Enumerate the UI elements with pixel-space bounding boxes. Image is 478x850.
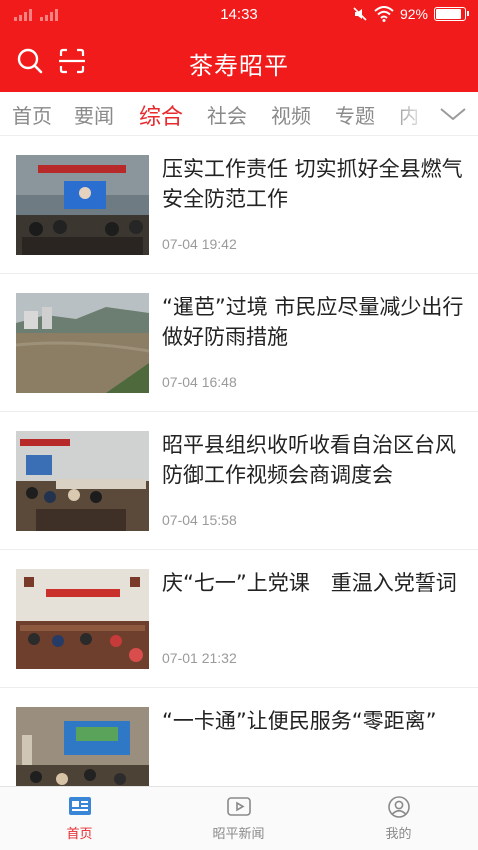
nav-label: 昭平新闻	[212, 827, 265, 842]
article-thumbnail	[16, 569, 149, 669]
article-card[interactable]: 庆“七一”上党课 重温入党誓词 07-01 21:32	[0, 550, 478, 688]
article-headline: “暹芭”过境 市民应尽量减少出行 做好防雨措施	[162, 295, 464, 349]
tab-home[interactable]: 首页	[12, 100, 52, 129]
article-time: 07-01 21:32	[162, 650, 237, 666]
article-headline: 庆“七一”上党课 重温入党誓词	[162, 571, 457, 595]
article-time: 07-04 16:48	[162, 374, 237, 390]
tab-general[interactable]: 综合	[139, 99, 183, 131]
bottom-nav: 首页 昭平新闻 我的	[0, 786, 478, 850]
article-list: 压实工作责任 切实抓好全县燃气安全防范工作 07-04 19:42 “暹芭”过境…	[0, 136, 478, 786]
nav-home[interactable]: 首页	[0, 787, 159, 850]
tabs-fade	[390, 92, 430, 135]
nav-profile[interactable]: 我的	[319, 787, 478, 850]
user-icon	[387, 796, 410, 818]
article-thumbnail	[16, 155, 149, 255]
tab-video[interactable]: 视频	[271, 100, 311, 129]
wifi-icon	[374, 6, 394, 22]
article-thumbnail	[16, 293, 149, 393]
tab-society[interactable]: 社会	[207, 100, 247, 129]
article-headline: “一卡通”让便民服务“零距离”	[162, 709, 437, 733]
channel-tabs: 首页 要闻 综合 社会 视频 专题 内	[0, 92, 478, 136]
nav-label: 我的	[385, 827, 412, 842]
article-card[interactable]: “一卡通”让便民服务“零距离”	[0, 688, 478, 786]
article-time: 07-04 15:58	[162, 512, 237, 528]
news-icon	[68, 797, 91, 815]
article-time: 07-04 19:42	[162, 236, 237, 252]
app-header: 茶寿昭平	[0, 30, 478, 92]
tab-special[interactable]: 专题	[335, 100, 375, 129]
article-card[interactable]: “暹芭”过境 市民应尽量减少出行 做好防雨措施 07-04 16:48	[0, 274, 478, 412]
article-thumbnail	[16, 707, 149, 786]
nav-zhaoping-news[interactable]: 昭平新闻	[159, 787, 318, 850]
tab-headlines[interactable]: 要闻	[74, 100, 114, 129]
battery-icon	[434, 7, 469, 21]
app-title: 茶寿昭平	[189, 52, 289, 80]
article-thumbnail	[16, 431, 149, 531]
article-headline: 压实工作责任 切实抓好全县燃气安全防范工作	[162, 157, 463, 211]
article-card[interactable]: 压实工作责任 切实抓好全县燃气安全防范工作 07-04 19:42	[0, 136, 478, 274]
nav-label: 首页	[66, 827, 93, 842]
mute-icon	[353, 7, 367, 21]
chevron-down-icon[interactable]	[438, 104, 468, 124]
video-play-icon	[226, 797, 251, 816]
battery-percent: 92%	[399, 6, 428, 22]
status-bar: 14:33 92%	[0, 0, 478, 30]
article-headline: 昭平县组织收听收看自治区台风防御工作视频会商调度会	[162, 433, 456, 487]
article-card[interactable]: 昭平县组织收听收看自治区台风防御工作视频会商调度会 07-04 15:58	[0, 412, 478, 550]
